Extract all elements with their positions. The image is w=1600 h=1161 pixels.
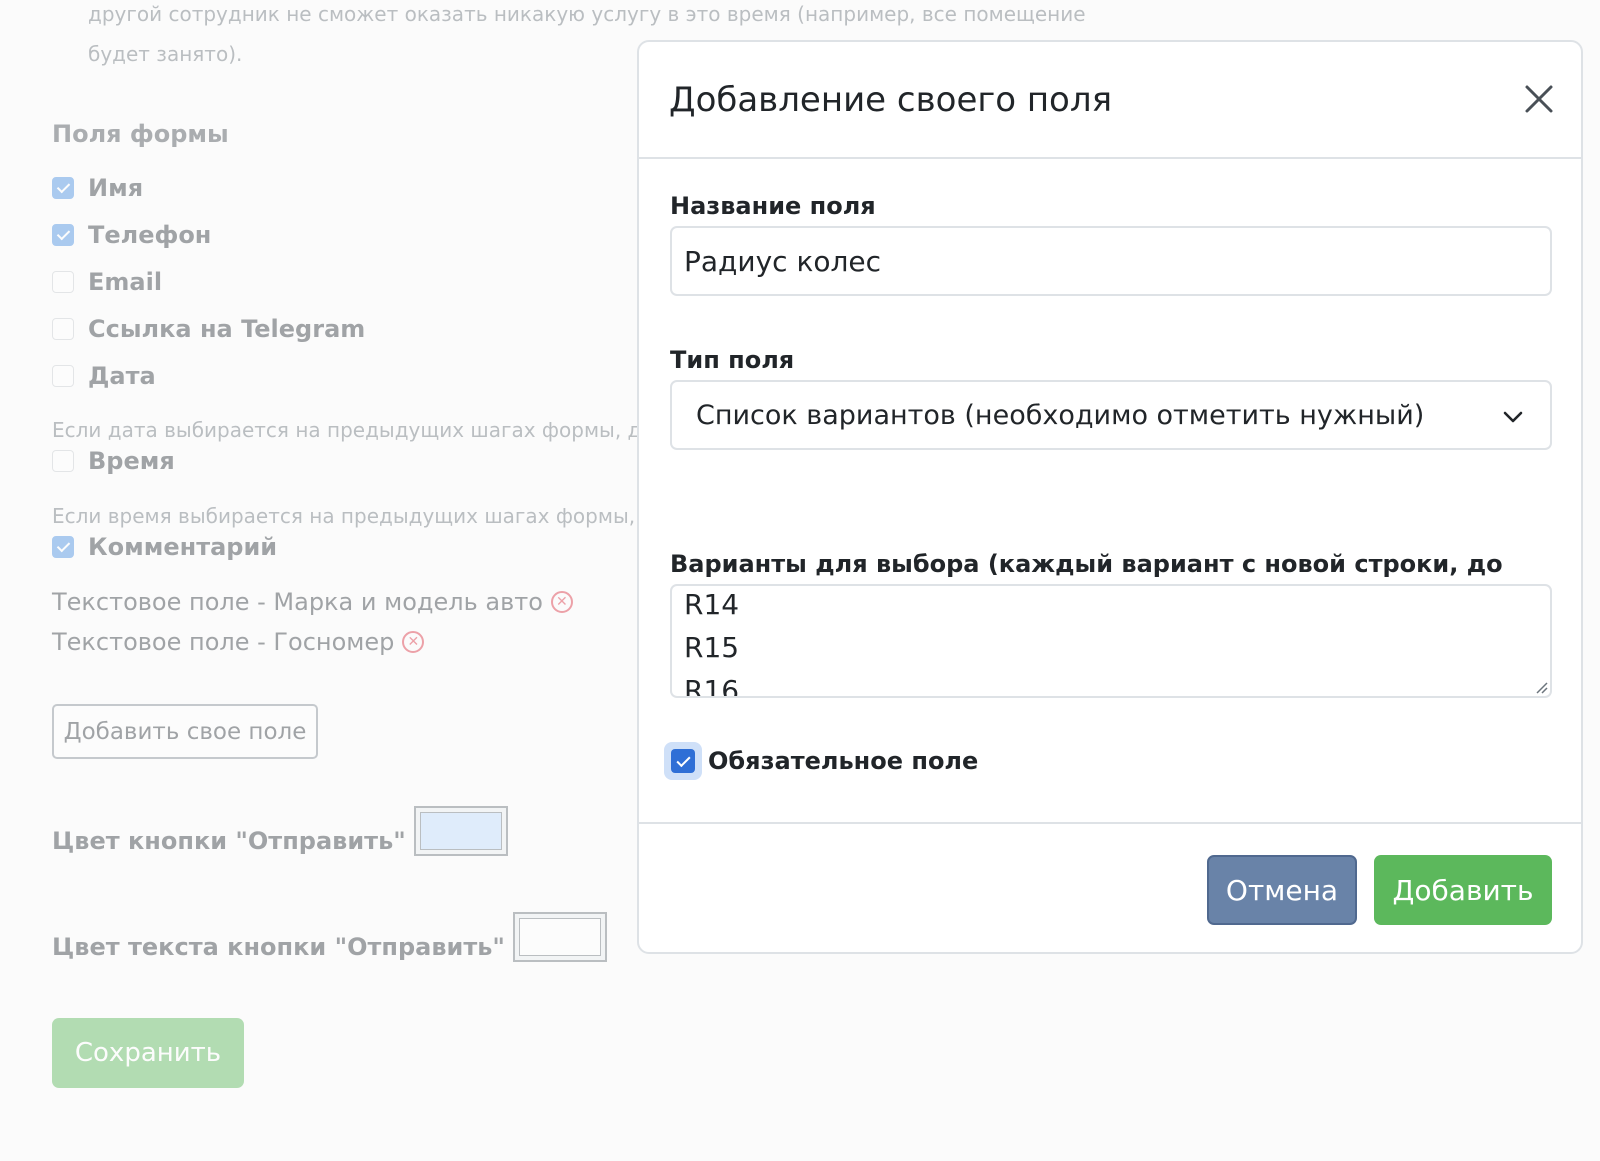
field-option-label: Ссылка на Telegram	[88, 315, 366, 343]
required-checkbox-focus-ring	[664, 742, 702, 780]
checkbox-time[interactable]	[52, 450, 74, 472]
section-title-form-fields: Поля формы	[52, 120, 229, 148]
checkbox-date[interactable]	[52, 365, 74, 387]
field-name-label: Название поля	[670, 192, 876, 220]
checkbox-comment[interactable]	[52, 536, 74, 558]
custom-field-label: Текстовое поле - Госномер	[52, 628, 395, 656]
color-swatch	[518, 918, 601, 956]
modal-footer-divider	[639, 822, 1581, 824]
field-option-label: Время	[88, 447, 175, 475]
add-custom-field-modal: Добавление своего поля Название поля Рад…	[637, 40, 1583, 954]
required-checkbox[interactable]	[671, 749, 695, 773]
options-textarea[interactable]: R14 R15 R16	[670, 584, 1552, 698]
add-custom-field-button[interactable]: Добавить свое поле	[52, 704, 318, 759]
field-option-phone[interactable]: Телефон	[52, 220, 211, 250]
field-type-select[interactable]: Список вариантов (необходимо отметить ну…	[670, 380, 1552, 450]
modal-title: Добавление своего поля	[669, 80, 1113, 120]
intro-line: другой сотрудник не сможет оказать никак…	[88, 2, 1086, 26]
chevron-down-icon	[1503, 411, 1523, 423]
field-option-name[interactable]: Имя	[52, 173, 143, 203]
field-option-label: Комментарий	[88, 533, 278, 561]
submit-color-label: Цвет кнопки "Отправить"	[52, 827, 406, 855]
field-option-label: Email	[88, 268, 163, 296]
field-type-label: Тип поля	[670, 346, 795, 374]
option-line: R16	[684, 674, 740, 698]
option-line: R14	[684, 588, 740, 621]
color-swatch	[419, 812, 502, 850]
checkbox-email[interactable]	[52, 271, 74, 293]
field-option-label: Телефон	[88, 221, 212, 249]
add-button[interactable]: Добавить	[1374, 855, 1552, 925]
option-line: R15	[684, 631, 740, 664]
modal-header: Добавление своего поля	[639, 42, 1581, 159]
required-label: Обязательное поле	[708, 747, 979, 775]
remove-circle-icon[interactable]: ✕	[550, 591, 573, 613]
resize-handle-icon[interactable]	[1534, 680, 1548, 694]
field-option-label: Дата	[88, 362, 156, 390]
submit-text-color-label: Цвет текста кнопки "Отправить"	[52, 933, 505, 961]
date-hint: Если дата выбирается на предыдущих шагах…	[52, 418, 654, 442]
checkbox-name[interactable]	[52, 177, 74, 199]
checkbox-telegram[interactable]	[52, 318, 74, 340]
remove-circle-icon[interactable]: ✕	[402, 631, 425, 653]
field-option-email[interactable]: Email	[52, 267, 162, 297]
time-hint: Если время выбирается на предыдущих шага…	[52, 504, 656, 528]
submit-text-color-row: Цвет текста кнопки "Отправить"	[52, 912, 607, 962]
cancel-button[interactable]: Отмена	[1207, 855, 1357, 925]
submit-text-color-picker[interactable]	[512, 912, 607, 962]
field-option-telegram[interactable]: Ссылка на Telegram	[52, 314, 365, 344]
custom-field-label: Текстовое поле - Марка и модель авто	[52, 588, 543, 616]
field-type-selected-value: Список вариантов (необходимо отметить ну…	[696, 399, 1425, 431]
checkbox-phone[interactable]	[52, 224, 74, 246]
custom-field-item: Текстовое поле - Госномер ✕	[52, 628, 425, 656]
field-option-date[interactable]: Дата	[52, 361, 156, 391]
submit-color-row: Цвет кнопки "Отправить"	[52, 806, 508, 856]
submit-color-picker[interactable]	[413, 806, 508, 856]
field-option-label: Имя	[88, 174, 144, 202]
close-icon[interactable]	[1523, 83, 1555, 115]
field-option-time[interactable]: Время	[52, 446, 175, 476]
custom-field-item: Текстовое поле - Марка и модель авто ✕	[52, 588, 573, 616]
required-field-option[interactable]: Обязательное поле	[664, 742, 978, 780]
field-option-comment[interactable]: Комментарий	[52, 532, 277, 562]
save-button[interactable]: Сохранить	[52, 1018, 244, 1088]
field-name-input[interactable]: Радиус колес	[670, 226, 1552, 296]
